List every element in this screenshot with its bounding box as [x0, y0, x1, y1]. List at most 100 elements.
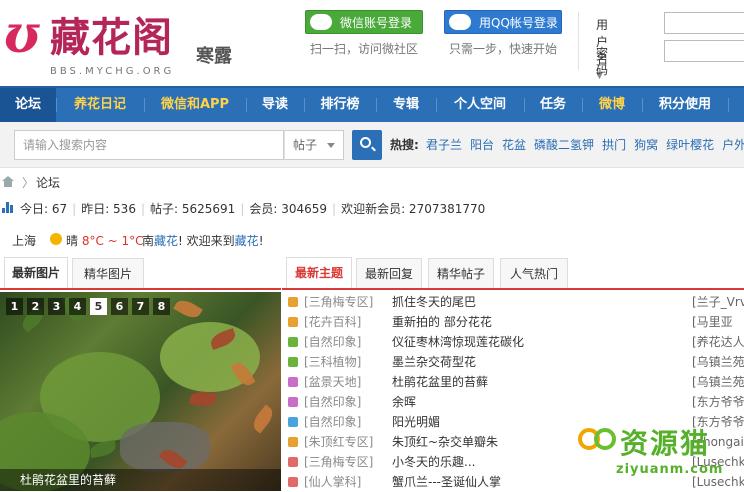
- thread-author[interactable]: [养花达人: [692, 332, 744, 352]
- thread-category[interactable]: [盆景天地]: [304, 372, 361, 392]
- nav-item-album[interactable]: 专辑: [380, 88, 432, 122]
- thread-category[interactable]: [朱顶红专区]: [304, 432, 373, 452]
- thread-author[interactable]: [乌镇兰苑: [692, 372, 744, 392]
- thread-tabs: 最新主题 最新回复 精华帖子 人气热门: [282, 256, 744, 290]
- hot-search-link[interactable]: 磷酸二氢钾: [534, 136, 594, 153]
- slider-page[interactable]: 4: [69, 298, 86, 315]
- breadcrumb: 〉 论坛: [0, 171, 744, 193]
- password-input[interactable]: [664, 40, 744, 62]
- thread-category[interactable]: [三角梅专区]: [304, 292, 373, 312]
- thread-category[interactable]: [三科植物]: [304, 352, 361, 372]
- nav-item-guide[interactable]: 导读: [250, 88, 300, 122]
- qq-login-button[interactable]: 用QQ帐号登录: [444, 10, 562, 34]
- nav-divider: [436, 98, 437, 112]
- nav-item-wechat-app[interactable]: 微信和APP: [148, 88, 242, 122]
- site-header: ʊ 藏花阁 寒露 BBS.MYCHG.ORG 微信账号登录 扫一扫，访问微社区 …: [0, 0, 744, 86]
- photo-caption[interactable]: 杜鹃花盆里的苔藓: [0, 469, 281, 491]
- thread-category[interactable]: [自然印象]: [304, 392, 361, 412]
- hot-search-link[interactable]: 绿叶樱花: [666, 136, 714, 153]
- thread-author[interactable]: [东方爷爷: [692, 392, 744, 412]
- tab-latest-images[interactable]: 最新图片: [4, 257, 68, 288]
- slider-page[interactable]: 2: [27, 298, 44, 315]
- thread-icon: [288, 317, 298, 327]
- tab-popular-threads[interactable]: 人气热门: [500, 258, 568, 288]
- hot-search-link[interactable]: 花盆: [502, 136, 526, 153]
- thread-category[interactable]: [三角梅专区]: [304, 452, 373, 472]
- thread-row[interactable]: [三科植物] 墨兰杂交荷型花 [乌镇兰苑: [282, 352, 744, 372]
- hot-search-link[interactable]: 阳台: [470, 136, 494, 153]
- nav-item-weibo[interactable]: 微博: [586, 88, 638, 122]
- thread-title[interactable]: 仪征枣林湾惊现莲花碳化: [392, 332, 524, 352]
- slider-page-current[interactable]: 5: [90, 298, 107, 315]
- slider-page[interactable]: 7: [132, 298, 149, 315]
- search-input[interactable]: 请输入搜索内容: [14, 130, 284, 160]
- qq-login-subtext: 只需一步，快速开始: [448, 42, 557, 56]
- logo-domain: BBS.MYCHG.ORG: [50, 66, 175, 77]
- thread-icon: [288, 357, 298, 367]
- tab-latest-replies[interactable]: 最新回复: [356, 258, 422, 288]
- home-icon[interactable]: [2, 176, 14, 187]
- weather-temp: 8°C ~ 1°C: [81, 234, 144, 248]
- thread-category[interactable]: [花卉百科]: [304, 312, 361, 332]
- hot-search-link[interactable]: 户外: [722, 136, 744, 153]
- slider-page[interactable]: 1: [6, 298, 23, 315]
- tab-featured-threads[interactable]: 精华帖子: [428, 258, 494, 288]
- site-logo[interactable]: ʊ 藏花阁 寒露 BBS.MYCHG.ORG: [4, 6, 254, 78]
- hot-search-link[interactable]: 君子兰: [426, 136, 462, 153]
- featured-photo[interactable]: 12345678 杜鹃花盆里的苔藓: [0, 292, 281, 491]
- nav-divider: [642, 98, 643, 112]
- image-panel: 最新图片 精华图片 12345678 杜鹃花盆里的苔藓: [0, 256, 281, 491]
- thread-category[interactable]: [仙人掌科]: [304, 472, 361, 492]
- nav-item-forum[interactable]: 论坛: [0, 88, 56, 122]
- slider-page[interactable]: 6: [111, 298, 128, 315]
- header-divider: [578, 12, 579, 70]
- thread-title[interactable]: 余晖: [392, 392, 416, 412]
- thread-title[interactable]: 阳光明媚: [392, 412, 440, 432]
- thread-category[interactable]: [自然印象]: [304, 332, 361, 352]
- thread-icon: [288, 397, 298, 407]
- nav-item-tasks[interactable]: 任务: [528, 88, 578, 122]
- thread-author[interactable]: [乌镇兰苑: [692, 352, 744, 372]
- thread-title[interactable]: 朱顶红~杂交单瓣朱: [392, 432, 498, 452]
- search-bar: 请输入搜索内容 帖子 热搜: 君子兰 阳台 花盆 磷酸二氢钾 拱门 狗窝 绿叶樱花 户外: [0, 122, 744, 168]
- breadcrumb-current[interactable]: 论坛: [36, 174, 60, 191]
- forum-stats: 今日: 67 | 昨日: 536 | 帖子: 5625691 | 会员: 304659 | 欢迎…: [0, 197, 744, 219]
- tab-featured-images[interactable]: 精华图片: [72, 258, 144, 288]
- thread-title[interactable]: 墨兰杂交荷型花: [392, 352, 476, 372]
- thread-row[interactable]: [花卉百科] 重新拍的 部分花花 [马里亚: [282, 312, 744, 332]
- nav-item-diary[interactable]: 养花日记: [60, 88, 140, 122]
- wechat-icon: [310, 14, 332, 30]
- thread-title[interactable]: 杜鹃花盆里的苔藓: [392, 372, 488, 392]
- stat-new-member[interactable]: 欢迎新会员: 2707381770: [341, 202, 485, 216]
- thread-category[interactable]: [自然印象]: [304, 412, 361, 432]
- thread-title[interactable]: 重新拍的 部分花花: [392, 312, 492, 332]
- hot-search-list: 君子兰 阳台 花盆 磷酸二氢钾 拱门 狗窝 绿叶樱花 户外: [426, 136, 744, 153]
- nav-item-space[interactable]: 个人空间: [440, 88, 520, 122]
- search-button[interactable]: [352, 130, 382, 160]
- thread-title[interactable]: 抓住冬天的尾巴: [392, 292, 476, 312]
- thread-author[interactable]: [兰子_Vrvpl: [692, 292, 744, 312]
- wechat-login: 微信账号登录 扫一扫，访问微社区: [305, 10, 423, 57]
- thread-row[interactable]: [盆景天地] 杜鹃花盆里的苔藓 [乌镇兰苑: [282, 372, 744, 392]
- thread-row[interactable]: [自然印象] 余晖 [东方爷爷: [282, 392, 744, 412]
- hot-search-link[interactable]: 拱门: [602, 136, 626, 153]
- nav-item-ranking[interactable]: 排行榜: [308, 88, 372, 122]
- thread-row[interactable]: [三角梅专区] 抓住冬天的尾巴 [兰子_Vrvpl: [282, 292, 744, 312]
- thread-author[interactable]: [马里亚: [692, 312, 733, 332]
- nav-divider: [304, 98, 305, 112]
- nav-item-points[interactable]: 积分使用: [646, 88, 724, 122]
- thread-title[interactable]: 小冬天的乐趣...: [392, 452, 475, 472]
- wechat-login-button[interactable]: 微信账号登录: [305, 10, 423, 34]
- tab-latest-threads[interactable]: 最新主题: [286, 257, 352, 288]
- hot-search-link[interactable]: 狗窝: [634, 136, 658, 153]
- search-type-select[interactable]: 帖子: [284, 130, 344, 160]
- thread-icon: [288, 457, 298, 467]
- slider-page[interactable]: 3: [48, 298, 65, 315]
- weather-bar: 上海 晴 8°C ~ 1°C 南藏花! 欢迎来到藏花!: [0, 229, 744, 251]
- username-input[interactable]: [664, 12, 744, 34]
- thread-title[interactable]: 蟹爪兰---圣诞仙人掌: [392, 472, 501, 492]
- welcome-text: 南藏花! 欢迎来到藏花!: [142, 234, 264, 248]
- nav-divider: [582, 98, 583, 112]
- thread-row[interactable]: [自然印象] 仪征枣林湾惊现莲花碳化 [养花达人: [282, 332, 744, 352]
- slider-page[interactable]: 8: [153, 298, 170, 315]
